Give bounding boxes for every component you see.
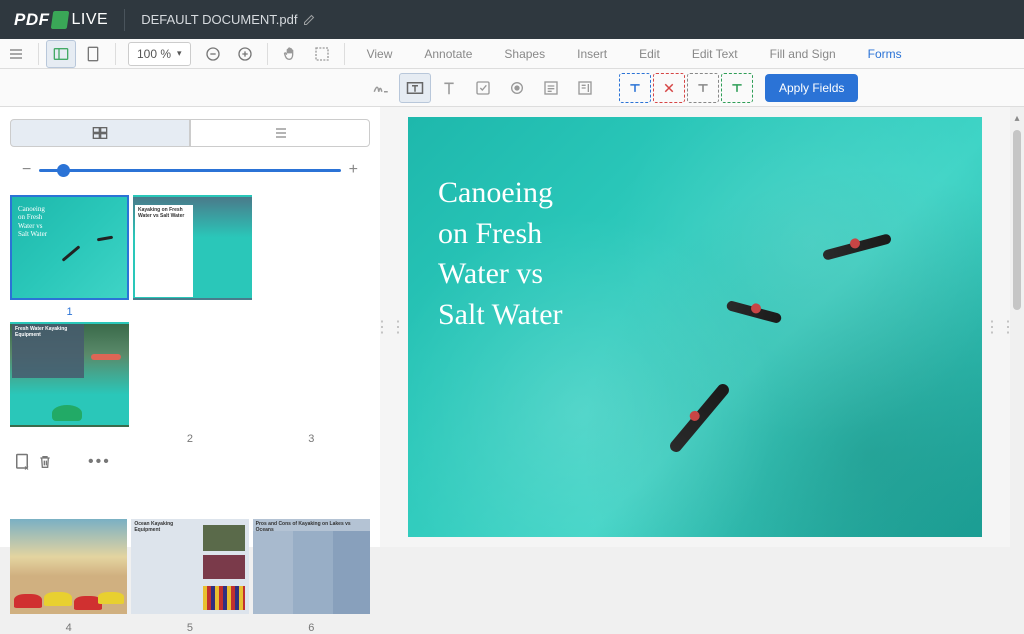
menu-edit[interactable]: Edit <box>623 39 676 69</box>
sidebar-toggle-icon[interactable] <box>46 40 76 68</box>
hand-tool-icon[interactable] <box>275 40 305 68</box>
divider <box>344 43 345 65</box>
page-thumb-6[interactable]: Pros and Cons of Kayaking on Lakes vs Oc… <box>253 519 370 614</box>
thumb2-heading: Kayaking on Fresh Water vs Salt Water <box>138 207 184 219</box>
slider-track[interactable] <box>39 169 340 172</box>
gutter-right[interactable]: ⋮⋮ <box>990 107 1010 547</box>
app-logo: PDF LIVE <box>14 10 108 30</box>
menu-fill-sign[interactable]: Fill and Sign <box>754 39 852 69</box>
dropdown-tool-icon[interactable] <box>569 73 601 103</box>
text-tool-icon[interactable] <box>433 73 465 103</box>
page-thumb-4[interactable] <box>10 519 127 614</box>
outline-tab[interactable] <box>190 119 370 147</box>
page-thumb-5[interactable]: Ocean Kayaking Equipment <box>131 519 248 614</box>
highlight-green-icon[interactable] <box>721 73 753 103</box>
logo-text-pdf: PDF <box>14 10 50 30</box>
zoom-out-icon[interactable] <box>198 40 228 68</box>
filename-label: DEFAULT DOCUMENT.pdf <box>141 12 297 27</box>
page-thumb-2[interactable]: Kayaking on Fresh Water vs Salt Water <box>133 195 252 318</box>
more-actions-icon[interactable]: ••• <box>88 453 111 471</box>
page-thumb-3[interactable]: Fresh Water Kayaking Equipment <box>10 322 129 427</box>
main-toolbar: 100 % ▾ View Annotate Shapes Insert Edit… <box>0 39 1024 69</box>
listbox-tool-icon[interactable] <box>535 73 567 103</box>
thumbnail-size-slider[interactable]: − + <box>10 161 370 195</box>
zoom-value: 100 % <box>137 47 171 61</box>
text-field-tool-icon[interactable] <box>399 73 431 103</box>
divider <box>38 43 39 65</box>
thumb-number: 2 <box>131 433 248 445</box>
delete-page-icon[interactable] <box>38 454 52 470</box>
zoom-select[interactable]: 100 % ▾ <box>128 42 191 66</box>
thumbnails-tab[interactable] <box>10 119 190 147</box>
thumbnail-sidebar: − + Canoeing on Fresh Water vs Salt Wate… <box>0 107 380 547</box>
menu-view[interactable]: View <box>351 39 409 69</box>
pencil-icon[interactable] <box>303 14 315 26</box>
highlight-text-blue-icon[interactable] <box>619 73 651 103</box>
plus-icon: + <box>349 161 358 179</box>
thumbnail-row-1: Canoeing on Fresh Water vs Salt Water 1 … <box>10 195 370 427</box>
single-page-icon[interactable] <box>78 40 108 68</box>
content-area: − + Canoeing on Fresh Water vs Salt Wate… <box>0 107 1024 547</box>
checkbox-tool-icon[interactable] <box>467 73 499 103</box>
thumb-number: 5 <box>131 622 248 634</box>
logo-text-live: LIVE <box>72 11 109 29</box>
menu-shapes[interactable]: Shapes <box>488 39 561 69</box>
thumb-title: Canoeing on Fresh Water vs Salt Water <box>18 205 47 239</box>
page-actions: ••• <box>10 445 370 479</box>
divider <box>115 43 116 65</box>
forms-toolbar: Apply Fields <box>0 69 1024 107</box>
gutter-left[interactable]: ⋮⋮ <box>380 107 400 547</box>
scroll-up-icon[interactable]: ▴ <box>1014 113 1019 124</box>
thumb-number: 4 <box>10 622 127 634</box>
signature-tool-icon[interactable] <box>365 73 397 103</box>
thumb-number: 1 <box>66 306 72 318</box>
sidebar-tabs <box>10 119 370 147</box>
thumb5-heading: Ocean Kayaking Equipment <box>134 521 173 533</box>
hamburger-icon[interactable] <box>1 40 31 68</box>
new-page-icon[interactable] <box>14 453 30 471</box>
vertical-scrollbar[interactable]: ▴ <box>1010 107 1024 547</box>
thumb-number: 6 <box>253 622 370 634</box>
minus-icon: − <box>22 161 31 179</box>
menu-insert[interactable]: Insert <box>561 39 623 69</box>
page-canvas[interactable]: Canoeing on Fresh Water vs Salt Water <box>408 117 982 537</box>
page-thumb-1[interactable]: Canoeing on Fresh Water vs Salt Water 1 <box>10 195 129 318</box>
document-view: ⋮⋮ Canoeing on Fresh Water vs Salt Water… <box>380 107 1024 547</box>
filename[interactable]: DEFAULT DOCUMENT.pdf <box>141 12 315 27</box>
apply-fields-button[interactable]: Apply Fields <box>765 74 858 102</box>
divider <box>267 43 268 65</box>
zoom-in-icon[interactable] <box>230 40 260 68</box>
app-header: PDF LIVE DEFAULT DOCUMENT.pdf <box>0 0 1024 39</box>
scroll-thumb[interactable] <box>1013 130 1021 310</box>
highlight-gray-icon[interactable] <box>687 73 719 103</box>
thumbnail-row-2: Ocean Kayaking Equipment Pros and Cons o… <box>10 519 370 614</box>
radio-tool-icon[interactable] <box>501 73 533 103</box>
logo-icon <box>50 11 69 29</box>
menu-annotate[interactable]: Annotate <box>408 39 488 69</box>
highlight-cross-red-icon[interactable] <box>653 73 685 103</box>
thumb3-heading: Fresh Water Kayaking Equipment <box>15 326 67 338</box>
menu-edit-text[interactable]: Edit Text <box>676 39 754 69</box>
thumb-numbers-row2: 4 5 6 <box>10 622 370 634</box>
menu-forms[interactable]: Forms <box>852 39 918 69</box>
thumb-number: 3 <box>253 433 370 445</box>
select-area-icon[interactable] <box>307 40 337 68</box>
divider <box>124 9 125 31</box>
